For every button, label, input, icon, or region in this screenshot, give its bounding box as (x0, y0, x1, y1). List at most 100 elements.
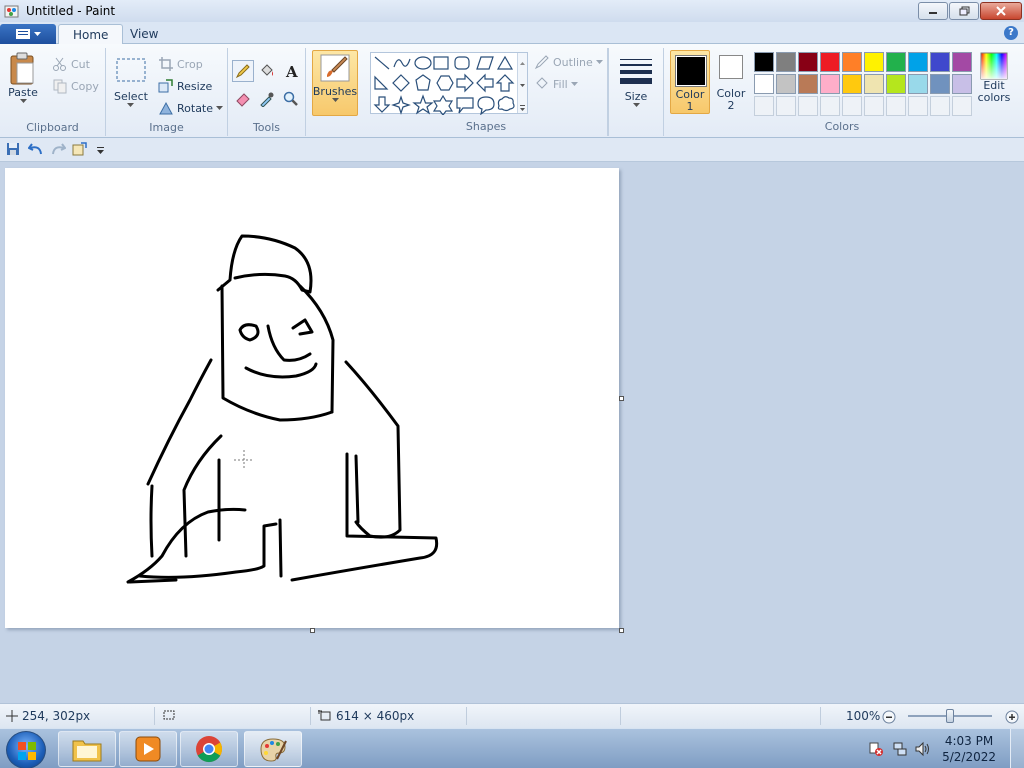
resize-handle-right[interactable] (619, 396, 624, 401)
diamond-shape-icon[interactable] (392, 74, 410, 92)
system-clock[interactable]: 4:03 PM 5/2/2022 (942, 733, 996, 765)
custom-color-slot[interactable] (842, 96, 862, 116)
pencil-tool[interactable] (232, 60, 254, 82)
maximize-button[interactable] (949, 2, 979, 20)
palette-swatch[interactable] (864, 74, 884, 94)
customize-toolbar-icon[interactable] (96, 147, 105, 154)
fill-tool[interactable] (256, 60, 278, 82)
expand-gallery-icon[interactable] (518, 99, 527, 119)
paste-button[interactable]: Paste (8, 52, 38, 103)
palette-swatch[interactable] (842, 74, 862, 94)
palette-swatch[interactable] (908, 52, 928, 72)
crop-button[interactable]: Crop (158, 56, 203, 72)
shapes-scrollbar[interactable] (517, 53, 527, 113)
rectangle-callout-shape-icon[interactable] (456, 97, 474, 114)
size-button[interactable]: Size (619, 54, 653, 107)
outline-button[interactable]: Outline (534, 54, 603, 70)
palette-swatch[interactable] (798, 74, 818, 94)
six-point-star-shape-icon[interactable] (432, 94, 454, 116)
custom-color-slot[interactable] (776, 96, 796, 116)
redo-icon[interactable] (50, 142, 66, 156)
text-tool[interactable]: A (280, 60, 302, 82)
custom-color-slot[interactable] (864, 96, 884, 116)
resize-handle-bottom[interactable] (310, 628, 315, 633)
copy-button[interactable]: Copy (52, 78, 99, 94)
right-arrow-shape-icon[interactable] (456, 73, 474, 93)
taskbar-chrome[interactable] (180, 731, 238, 767)
tab-view[interactable]: View (116, 24, 172, 45)
palette-swatch[interactable] (952, 74, 972, 94)
close-button[interactable] (980, 2, 1022, 20)
custom-color-slot[interactable] (930, 96, 950, 116)
help-icon[interactable]: ? (1004, 26, 1018, 40)
palette-swatch[interactable] (930, 74, 950, 94)
taskbar-media-player[interactable] (119, 731, 177, 767)
start-button[interactable] (6, 731, 46, 768)
scroll-down-icon[interactable] (518, 76, 527, 96)
pentagon-shape-icon[interactable] (415, 74, 431, 91)
custom-color-slot[interactable] (886, 96, 906, 116)
drawing-canvas[interactable] (5, 168, 619, 628)
curve-shape-icon[interactable] (393, 58, 411, 68)
minimize-button[interactable] (918, 2, 948, 20)
zoom-out-button[interactable] (882, 710, 896, 727)
four-point-star-shape-icon[interactable] (391, 95, 411, 115)
cloud-callout-shape-icon[interactable] (497, 96, 515, 112)
brushes-button[interactable]: Brushes (312, 50, 358, 116)
paint-menu-button[interactable] (0, 24, 56, 44)
palette-swatch[interactable] (798, 52, 818, 72)
oval-callout-shape-icon[interactable] (477, 96, 495, 116)
eraser-tool[interactable] (232, 88, 254, 110)
zoom-slider-thumb[interactable] (946, 709, 954, 723)
palette-swatch[interactable] (952, 52, 972, 72)
palette-swatch[interactable] (886, 74, 906, 94)
palette-swatch[interactable] (820, 74, 840, 94)
paint-app-icon[interactable] (4, 3, 20, 19)
resize-button[interactable]: Resize (158, 78, 212, 94)
right-triangle-shape-icon[interactable] (374, 75, 389, 90)
palette-swatch[interactable] (864, 52, 884, 72)
magnifier-tool[interactable] (280, 88, 302, 110)
palette-swatch[interactable] (776, 74, 796, 94)
custom-color-slot[interactable] (908, 96, 928, 116)
palette-swatch[interactable] (820, 52, 840, 72)
action-center-icon[interactable] (868, 741, 884, 757)
zoom-in-button[interactable] (1005, 710, 1019, 727)
triangle-shape-icon[interactable] (496, 55, 514, 70)
cut-button[interactable]: Cut (52, 56, 90, 72)
custom-color-slot[interactable] (820, 96, 840, 116)
select-button[interactable]: Select (114, 56, 148, 107)
properties-icon[interactable] (72, 142, 88, 156)
palette-swatch[interactable] (754, 74, 774, 94)
taskbar-paint[interactable] (244, 731, 302, 767)
fill-button[interactable]: Fill (534, 76, 578, 92)
rectangle-shape-icon[interactable] (433, 56, 449, 70)
edit-colors-button[interactable]: Edit colors (974, 52, 1014, 104)
custom-color-slot[interactable] (952, 96, 972, 116)
save-icon[interactable] (6, 142, 20, 156)
rounded-rectangle-shape-icon[interactable] (454, 56, 470, 70)
palette-swatch[interactable] (754, 52, 774, 72)
palette-swatch[interactable] (776, 52, 796, 72)
taskbar-explorer[interactable] (58, 731, 116, 767)
palette-swatch[interactable] (842, 52, 862, 72)
left-arrow-shape-icon[interactable] (476, 73, 494, 93)
network-icon[interactable] (892, 741, 908, 757)
down-arrow-shape-icon[interactable] (373, 96, 391, 113)
scroll-up-icon[interactable] (518, 53, 527, 73)
oval-shape-icon[interactable] (414, 56, 432, 70)
palette-swatch[interactable] (908, 74, 928, 94)
undo-icon[interactable] (28, 142, 44, 156)
line-shape-icon[interactable] (374, 56, 390, 70)
show-desktop-button[interactable] (1010, 729, 1024, 768)
color-picker-tool[interactable] (256, 88, 278, 110)
custom-color-slot[interactable] (754, 96, 774, 116)
palette-swatch[interactable] (886, 52, 906, 72)
color-2-button[interactable]: Color 2 (714, 50, 748, 114)
custom-color-slot[interactable] (798, 96, 818, 116)
resize-handle-corner[interactable] (619, 628, 624, 633)
volume-icon[interactable] (914, 741, 932, 757)
polygon-shape-icon[interactable] (476, 56, 494, 70)
color-1-button[interactable]: Color 1 (670, 50, 710, 114)
five-point-star-shape-icon[interactable] (412, 94, 434, 115)
